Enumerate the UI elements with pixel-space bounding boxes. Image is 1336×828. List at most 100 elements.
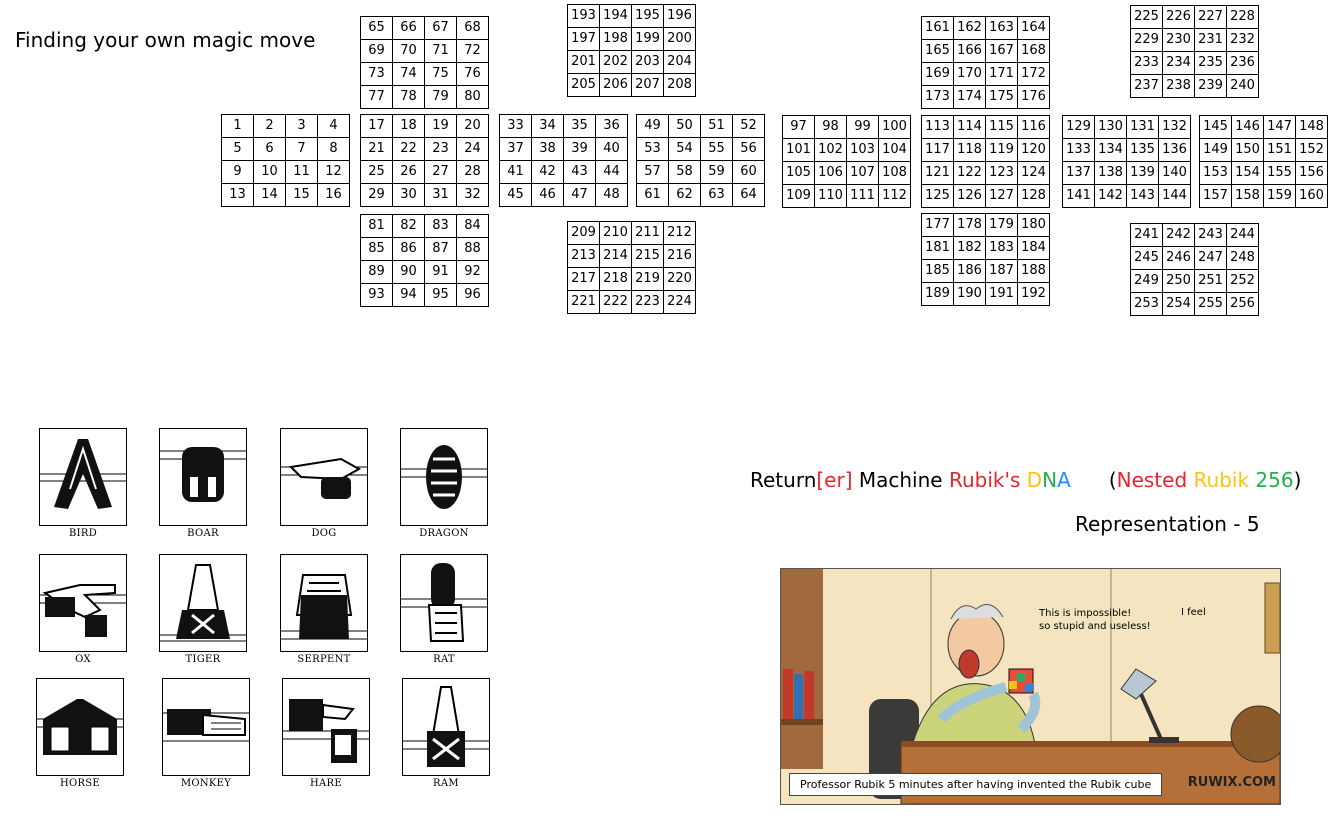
grid-cell: 75: [424, 62, 457, 86]
grid-cell: 130: [1094, 115, 1127, 139]
bird-seal-image: [39, 428, 127, 526]
grid-cell: 70: [392, 39, 425, 63]
grid-cell: 25: [360, 160, 393, 184]
grid-cell: 221: [567, 290, 600, 314]
grid-row: 109 110 111 112: [782, 184, 911, 208]
grid-cell: 190: [953, 282, 986, 306]
title-er: [er]: [816, 468, 853, 492]
grid-cell: 55: [700, 137, 733, 161]
grid-cell: 100: [878, 115, 911, 139]
grid-cell: 151: [1263, 138, 1296, 162]
grid-cell: 113: [921, 115, 954, 139]
grid-cell: 26: [392, 160, 425, 184]
grid-cell: 16: [317, 183, 350, 207]
horse-seal-image: [36, 678, 124, 776]
grid-cell: 47: [563, 183, 596, 207]
grid-cell: 182: [953, 236, 986, 260]
grid-row: 101 102 103 104: [782, 138, 911, 162]
grid-row: 1234: [221, 114, 350, 138]
grid-cell: 217: [567, 267, 600, 291]
grid-cell: 125: [921, 184, 954, 208]
grid-cell: 14: [253, 183, 286, 207]
grid-cell: 256: [1226, 292, 1259, 316]
grid-cell: 103: [846, 138, 879, 162]
grid-row: 81 82 83 84: [360, 214, 489, 238]
grid-cell: 78: [392, 85, 425, 109]
grid-cell: 42: [531, 160, 564, 184]
dog-seal-image: [280, 428, 368, 526]
grid-cell: 121: [921, 161, 954, 185]
grid-row: 21 22 23 24: [360, 137, 489, 161]
grid-cell: 178: [953, 213, 986, 237]
grid-cell: 13: [221, 183, 254, 207]
grid-cell: 124: [1017, 161, 1050, 185]
grid-cell: 93: [360, 283, 393, 307]
grid-cell: 206: [599, 73, 632, 97]
grid-cell: 96: [456, 283, 489, 307]
grid-cell: 114: [953, 115, 986, 139]
grid-cell: 155: [1263, 161, 1296, 185]
seal-label: MONKEY: [180, 778, 232, 789]
title-return: Return: [750, 468, 817, 492]
grid-row: 89 90 91 92: [360, 260, 489, 284]
grid-cell: 128: [1017, 184, 1050, 208]
grid-cell: 205: [567, 73, 600, 97]
grid-cell: 243: [1194, 223, 1227, 247]
title-nested: Nested: [1116, 468, 1188, 492]
grid-cell: 46: [531, 183, 564, 207]
grid-row: 149 150 151 152: [1199, 138, 1328, 162]
grid-cell: 84: [456, 214, 489, 238]
comic-illustration: [781, 569, 1280, 804]
grid-cell: 161: [921, 16, 954, 40]
number-grid-65-80: 65 66 67 68 69 70 71 72 73 74 75 76 77 78 79 80: [360, 16, 489, 109]
grid-row: 25 26 27 28: [360, 160, 489, 184]
grid-cell: 194: [599, 4, 632, 28]
seal-boar: BOAR: [153, 428, 253, 539]
grid-cell: 212: [663, 221, 696, 245]
grid-cell: 66: [392, 16, 425, 40]
grid-cell: 216: [663, 244, 696, 268]
grid-cell: 88: [456, 237, 489, 261]
grid-cell: 60: [732, 160, 765, 184]
grid-row: 5678: [221, 137, 350, 161]
seal-label: OX: [75, 654, 91, 665]
grid-row: 97 98 99 100: [782, 115, 911, 139]
grid-row: 57 58 59 60: [636, 160, 765, 184]
grid-cell: 21: [360, 137, 393, 161]
seal-tiger: TIGER: [153, 554, 253, 665]
grid-cell: 241: [1130, 223, 1163, 247]
grid-cell: 41: [499, 160, 532, 184]
grid-cell: 17: [360, 114, 393, 138]
grid-cell: 131: [1126, 115, 1159, 139]
grid-row: 205 206 207 208: [567, 73, 696, 97]
dragon-seal-image: [400, 428, 488, 526]
grid-cell: 213: [567, 244, 600, 268]
grid-cell: 145: [1199, 115, 1232, 139]
grid-row: 161 162 163 164: [921, 16, 1050, 40]
grid-cell: 82: [392, 214, 425, 238]
grid-cell: 162: [953, 16, 986, 40]
grid-cell: 132: [1158, 115, 1191, 139]
grid-row: 193 194 195 196: [567, 4, 696, 28]
grid-cell: 57: [636, 160, 669, 184]
number-grid-241-256: 241 242 243 244 245 246 247 248 249 250 251 252 253 2…: [1130, 223, 1259, 316]
grid-cell: 19: [424, 114, 457, 138]
grid-row: 229 230 231 232: [1130, 28, 1259, 52]
grid-row: 181 182 183 184: [921, 236, 1050, 260]
number-grid-33-48: 33 34 35 36 37 38 39 40 41 42 43 44 45 46 47 48: [499, 114, 628, 207]
grid-cell: 144: [1158, 184, 1191, 208]
grid-cell: 126: [953, 184, 986, 208]
grid-cell: 250: [1162, 269, 1195, 293]
grid-cell: 153: [1199, 161, 1232, 185]
page-title: Finding your own magic move: [15, 28, 316, 52]
grid-cell: 64: [732, 183, 765, 207]
grid-cell: 65: [360, 16, 393, 40]
grid-row: 117 118 119 120: [921, 138, 1050, 162]
grid-cell: 111: [846, 184, 879, 208]
grid-cell: 94: [392, 283, 425, 307]
grid-cell: 11: [285, 160, 318, 184]
grid-cell: 143: [1126, 184, 1159, 208]
grid-cell: 136: [1158, 138, 1191, 162]
professor-rubik-comic: This is impossible! so stupid and useles…: [780, 568, 1281, 805]
grid-cell: 73: [360, 62, 393, 86]
